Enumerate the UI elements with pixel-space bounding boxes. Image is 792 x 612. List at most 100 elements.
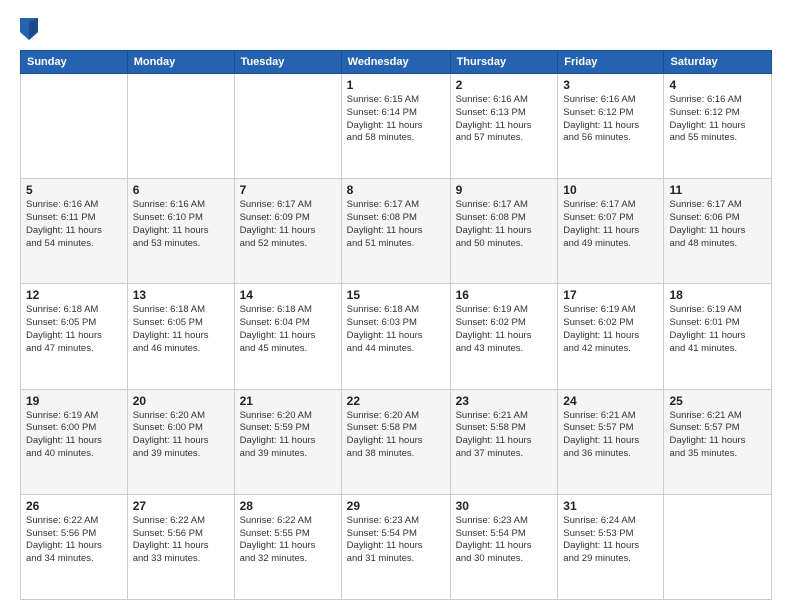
cell-info: Sunrise: 6:16 AM Sunset: 6:12 PM Dayligh…	[669, 94, 766, 145]
weekday-header-row: SundayMondayTuesdayWednesdayThursdayFrid…	[21, 51, 772, 74]
cell-info: Sunrise: 6:17 AM Sunset: 6:06 PM Dayligh…	[669, 199, 766, 250]
cell-info: Sunrise: 6:24 AM Sunset: 5:53 PM Dayligh…	[563, 515, 658, 566]
cell-info: Sunrise: 6:17 AM Sunset: 6:08 PM Dayligh…	[456, 199, 553, 250]
calendar-cell: 21 Sunrise: 6:20 AM Sunset: 5:59 PM Dayli…	[234, 389, 341, 494]
calendar-table: SundayMondayTuesdayWednesdayThursdayFrid…	[20, 50, 772, 600]
calendar-cell	[21, 74, 128, 179]
cell-info: Sunrise: 6:16 AM Sunset: 6:13 PM Dayligh…	[456, 94, 553, 145]
cell-date: 25	[669, 394, 766, 408]
header	[20, 16, 772, 40]
cell-date: 29	[347, 499, 445, 513]
cell-date: 26	[26, 499, 122, 513]
cell-date: 7	[240, 183, 336, 197]
cell-date: 16	[456, 288, 553, 302]
cell-info: Sunrise: 6:18 AM Sunset: 6:05 PM Dayligh…	[26, 304, 122, 355]
cell-date: 17	[563, 288, 658, 302]
weekday-header-wednesday: Wednesday	[341, 51, 450, 74]
calendar-cell: 18 Sunrise: 6:19 AM Sunset: 6:01 PM Dayli…	[664, 284, 772, 389]
cell-info: Sunrise: 6:22 AM Sunset: 5:55 PM Dayligh…	[240, 515, 336, 566]
cell-info: Sunrise: 6:23 AM Sunset: 5:54 PM Dayligh…	[347, 515, 445, 566]
cell-info: Sunrise: 6:16 AM Sunset: 6:11 PM Dayligh…	[26, 199, 122, 250]
calendar-cell: 7 Sunrise: 6:17 AM Sunset: 6:09 PM Daylig…	[234, 179, 341, 284]
cell-date: 12	[26, 288, 122, 302]
cell-date: 23	[456, 394, 553, 408]
calendar-cell: 2 Sunrise: 6:16 AM Sunset: 6:13 PM Daylig…	[450, 74, 558, 179]
cell-info: Sunrise: 6:22 AM Sunset: 5:56 PM Dayligh…	[26, 515, 122, 566]
cell-date: 9	[456, 183, 553, 197]
calendar-cell: 29 Sunrise: 6:23 AM Sunset: 5:54 PM Dayli…	[341, 494, 450, 599]
cell-date: 8	[347, 183, 445, 197]
cell-info: Sunrise: 6:19 AM Sunset: 6:02 PM Dayligh…	[456, 304, 553, 355]
calendar-cell: 20 Sunrise: 6:20 AM Sunset: 6:00 PM Dayli…	[127, 389, 234, 494]
calendar-cell: 14 Sunrise: 6:18 AM Sunset: 6:04 PM Dayli…	[234, 284, 341, 389]
calendar-cell: 13Sunrise: 6:18 AM Sunset: 6:05 PM Dayli…	[127, 284, 234, 389]
calendar-cell: 8 Sunrise: 6:17 AM Sunset: 6:08 PM Daylig…	[341, 179, 450, 284]
week-row-3: 19Sunrise: 6:19 AM Sunset: 6:00 PM Dayli…	[21, 389, 772, 494]
calendar-cell: 25 Sunrise: 6:21 AM Sunset: 5:57 PM Dayli…	[664, 389, 772, 494]
cell-date: 11	[669, 183, 766, 197]
calendar-cell: 23 Sunrise: 6:21 AM Sunset: 5:58 PM Dayli…	[450, 389, 558, 494]
cell-info: Sunrise: 6:19 AM Sunset: 6:00 PM Dayligh…	[26, 410, 122, 461]
weekday-header-sunday: Sunday	[21, 51, 128, 74]
cell-info: Sunrise: 6:16 AM Sunset: 6:12 PM Dayligh…	[563, 94, 658, 145]
calendar-cell	[234, 74, 341, 179]
cell-date: 20	[133, 394, 229, 408]
cell-date: 27	[133, 499, 229, 513]
cell-info: Sunrise: 6:18 AM Sunset: 6:03 PM Dayligh…	[347, 304, 445, 355]
weekday-header-monday: Monday	[127, 51, 234, 74]
cell-info: Sunrise: 6:18 AM Sunset: 6:04 PM Dayligh…	[240, 304, 336, 355]
weekday-header-saturday: Saturday	[664, 51, 772, 74]
cell-date: 10	[563, 183, 658, 197]
calendar-cell: 6Sunrise: 6:16 AM Sunset: 6:10 PM Daylig…	[127, 179, 234, 284]
week-row-2: 12 Sunrise: 6:18 AM Sunset: 6:05 PM Dayli…	[21, 284, 772, 389]
calendar-cell: 9 Sunrise: 6:17 AM Sunset: 6:08 PM Daylig…	[450, 179, 558, 284]
cell-date: 21	[240, 394, 336, 408]
calendar-cell: 19Sunrise: 6:19 AM Sunset: 6:00 PM Dayli…	[21, 389, 128, 494]
calendar-cell: 12 Sunrise: 6:18 AM Sunset: 6:05 PM Dayli…	[21, 284, 128, 389]
weekday-header-thursday: Thursday	[450, 51, 558, 74]
cell-date: 28	[240, 499, 336, 513]
cell-info: Sunrise: 6:21 AM Sunset: 5:57 PM Dayligh…	[669, 410, 766, 461]
cell-info: Sunrise: 6:17 AM Sunset: 6:07 PM Dayligh…	[563, 199, 658, 250]
calendar-cell: 22 Sunrise: 6:20 AM Sunset: 5:58 PM Dayli…	[341, 389, 450, 494]
cell-date: 18	[669, 288, 766, 302]
calendar-cell: 24 Sunrise: 6:21 AM Sunset: 5:57 PM Dayli…	[558, 389, 664, 494]
cell-info: Sunrise: 6:22 AM Sunset: 5:56 PM Dayligh…	[133, 515, 229, 566]
calendar-cell: 5 Sunrise: 6:16 AM Sunset: 6:11 PM Daylig…	[21, 179, 128, 284]
cell-date: 2	[456, 78, 553, 92]
calendar-cell: 4Sunrise: 6:16 AM Sunset: 6:12 PM Daylig…	[664, 74, 772, 179]
calendar-cell: 1 Sunrise: 6:15 AM Sunset: 6:14 PM Daylig…	[341, 74, 450, 179]
cell-info: Sunrise: 6:17 AM Sunset: 6:08 PM Dayligh…	[347, 199, 445, 250]
calendar-cell: 16 Sunrise: 6:19 AM Sunset: 6:02 PM Dayli…	[450, 284, 558, 389]
cell-info: Sunrise: 6:17 AM Sunset: 6:09 PM Dayligh…	[240, 199, 336, 250]
cell-info: Sunrise: 6:15 AM Sunset: 6:14 PM Dayligh…	[347, 94, 445, 145]
cell-date: 3	[563, 78, 658, 92]
calendar-cell: 11 Sunrise: 6:17 AM Sunset: 6:06 PM Dayli…	[664, 179, 772, 284]
page: SundayMondayTuesdayWednesdayThursdayFrid…	[0, 0, 792, 612]
calendar-cell: 26 Sunrise: 6:22 AM Sunset: 5:56 PM Dayli…	[21, 494, 128, 599]
cell-date: 14	[240, 288, 336, 302]
week-row-0: 1 Sunrise: 6:15 AM Sunset: 6:14 PM Daylig…	[21, 74, 772, 179]
cell-info: Sunrise: 6:20 AM Sunset: 6:00 PM Dayligh…	[133, 410, 229, 461]
cell-date: 5	[26, 183, 122, 197]
cell-date: 6	[133, 183, 229, 197]
cell-info: Sunrise: 6:19 AM Sunset: 6:01 PM Dayligh…	[669, 304, 766, 355]
cell-info: Sunrise: 6:18 AM Sunset: 6:05 PM Dayligh…	[133, 304, 229, 355]
weekday-header-tuesday: Tuesday	[234, 51, 341, 74]
cell-date: 31	[563, 499, 658, 513]
logo	[20, 16, 42, 40]
cell-date: 22	[347, 394, 445, 408]
cell-info: Sunrise: 6:20 AM Sunset: 5:58 PM Dayligh…	[347, 410, 445, 461]
calendar-cell: 15 Sunrise: 6:18 AM Sunset: 6:03 PM Dayli…	[341, 284, 450, 389]
cell-date: 30	[456, 499, 553, 513]
cell-date: 15	[347, 288, 445, 302]
cell-date: 24	[563, 394, 658, 408]
cell-date: 1	[347, 78, 445, 92]
cell-info: Sunrise: 6:20 AM Sunset: 5:59 PM Dayligh…	[240, 410, 336, 461]
logo-icon	[20, 18, 38, 40]
cell-info: Sunrise: 6:21 AM Sunset: 5:58 PM Dayligh…	[456, 410, 553, 461]
cell-info: Sunrise: 6:21 AM Sunset: 5:57 PM Dayligh…	[563, 410, 658, 461]
cell-info: Sunrise: 6:23 AM Sunset: 5:54 PM Dayligh…	[456, 515, 553, 566]
calendar-cell: 10 Sunrise: 6:17 AM Sunset: 6:07 PM Dayli…	[558, 179, 664, 284]
calendar-cell: 27 Sunrise: 6:22 AM Sunset: 5:56 PM Dayli…	[127, 494, 234, 599]
